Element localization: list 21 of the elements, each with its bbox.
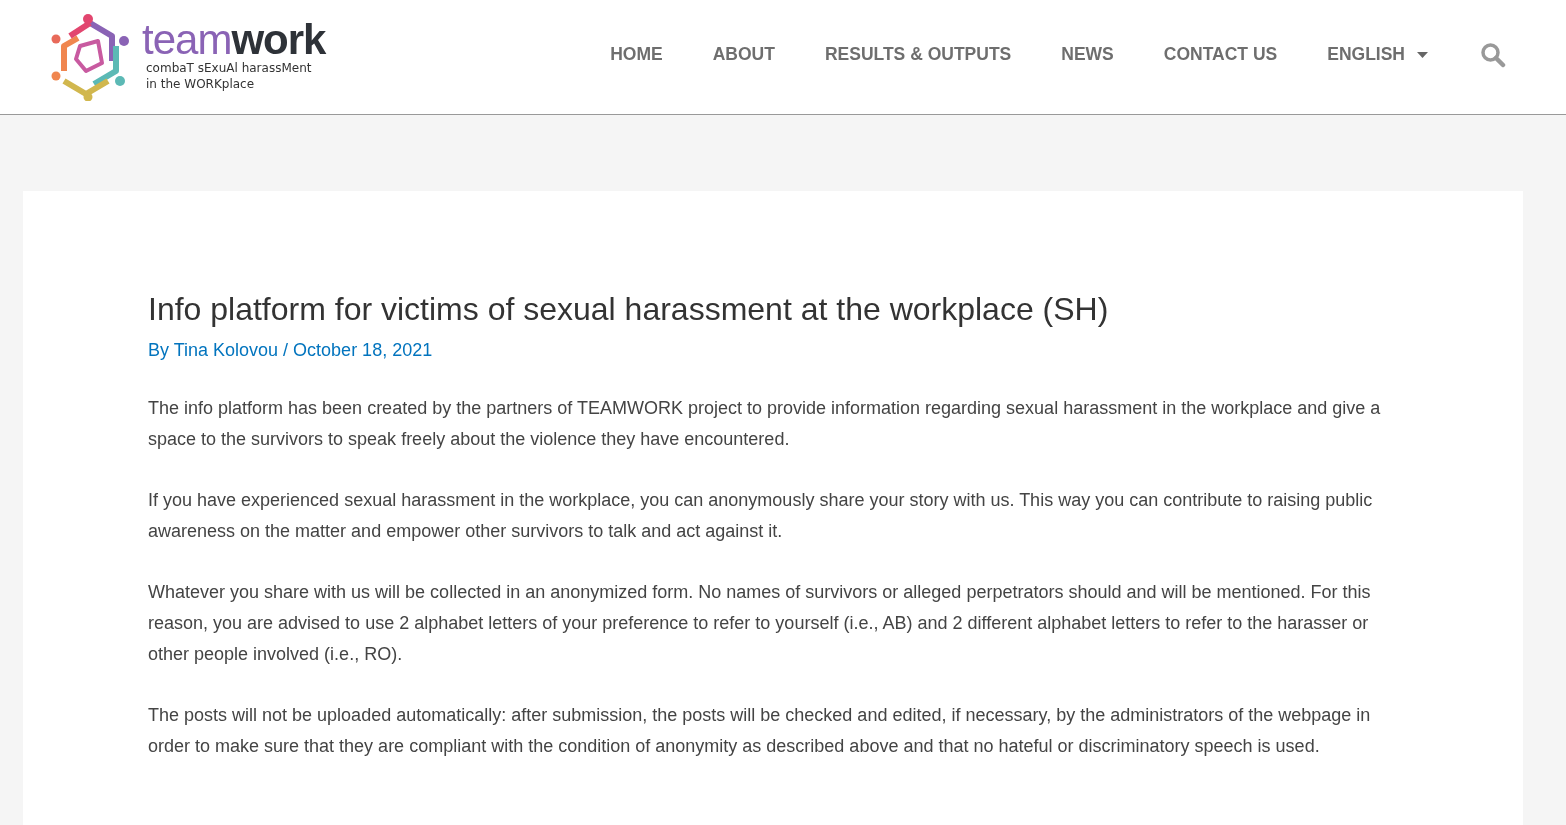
- logo-word-light: team: [142, 16, 232, 63]
- language-dropdown[interactable]: ENGLISH: [1327, 44, 1428, 65]
- article-title: Info platform for victims of sexual harassment at the workplace (SH): [148, 291, 1110, 328]
- logo-tagline: in the WORKplace: [146, 76, 256, 92]
- nav-link[interactable]: CONTACT US: [1163, 44, 1278, 65]
- post-date: October 18, 2021: [293, 340, 433, 361]
- nav-link[interactable]: HOME: [610, 44, 663, 65]
- caret-icon: [1417, 51, 1428, 58]
- logo-tagline: combaT sExuAl harassMent: [146, 60, 313, 76]
- author-link[interactable]: By Tina Kolovou: [148, 340, 279, 361]
- hexagon-logo-icon: [50, 11, 130, 101]
- article-paragraph: Whatever you share with us will be collected in an anonymized form. No names of survivors or alleged perpetrators should and will be mentioned. For this reason, you are advised to use 2 alphabet letters of your preference to refer to yourself (i.e., AB) and 2 different alphabet letters to refer to the harasser or other people involved (i.e., RO).: [148, 581, 1372, 666]
- logo-word-bold: work: [231, 16, 326, 63]
- article-paragraph: The info platform has been created by the partners of TEAMWORK project to provide information regarding sexual harassment in the workplace and give a space to the survivors to speak freely about the violence they have encountered.: [148, 397, 1382, 451]
- nav-link[interactable]: RESULTS & OUTPUTS: [824, 44, 1012, 65]
- nav-link[interactable]: NEWS: [1061, 44, 1114, 65]
- search-icon[interactable]: [1480, 41, 1506, 68]
- article-paragraph: If you have experienced sexual harassment in the workplace, you can anonymously share your story with us. This way you can contribute to raising public awareness on the matter and empower other survivors to talk and act against it.: [148, 489, 1374, 543]
- meta-separator: /: [283, 340, 289, 361]
- article-paragraph: The posts will not be uploaded automatically: after submission, the posts will be checked and edited, if necessary, by the administrators of the webpage in order to make sure that they are compliant with the condition of anonymity as described above and that no hateful or discriminatory speech is used.: [148, 704, 1372, 758]
- nav-link[interactable]: ABOUT: [712, 44, 775, 65]
